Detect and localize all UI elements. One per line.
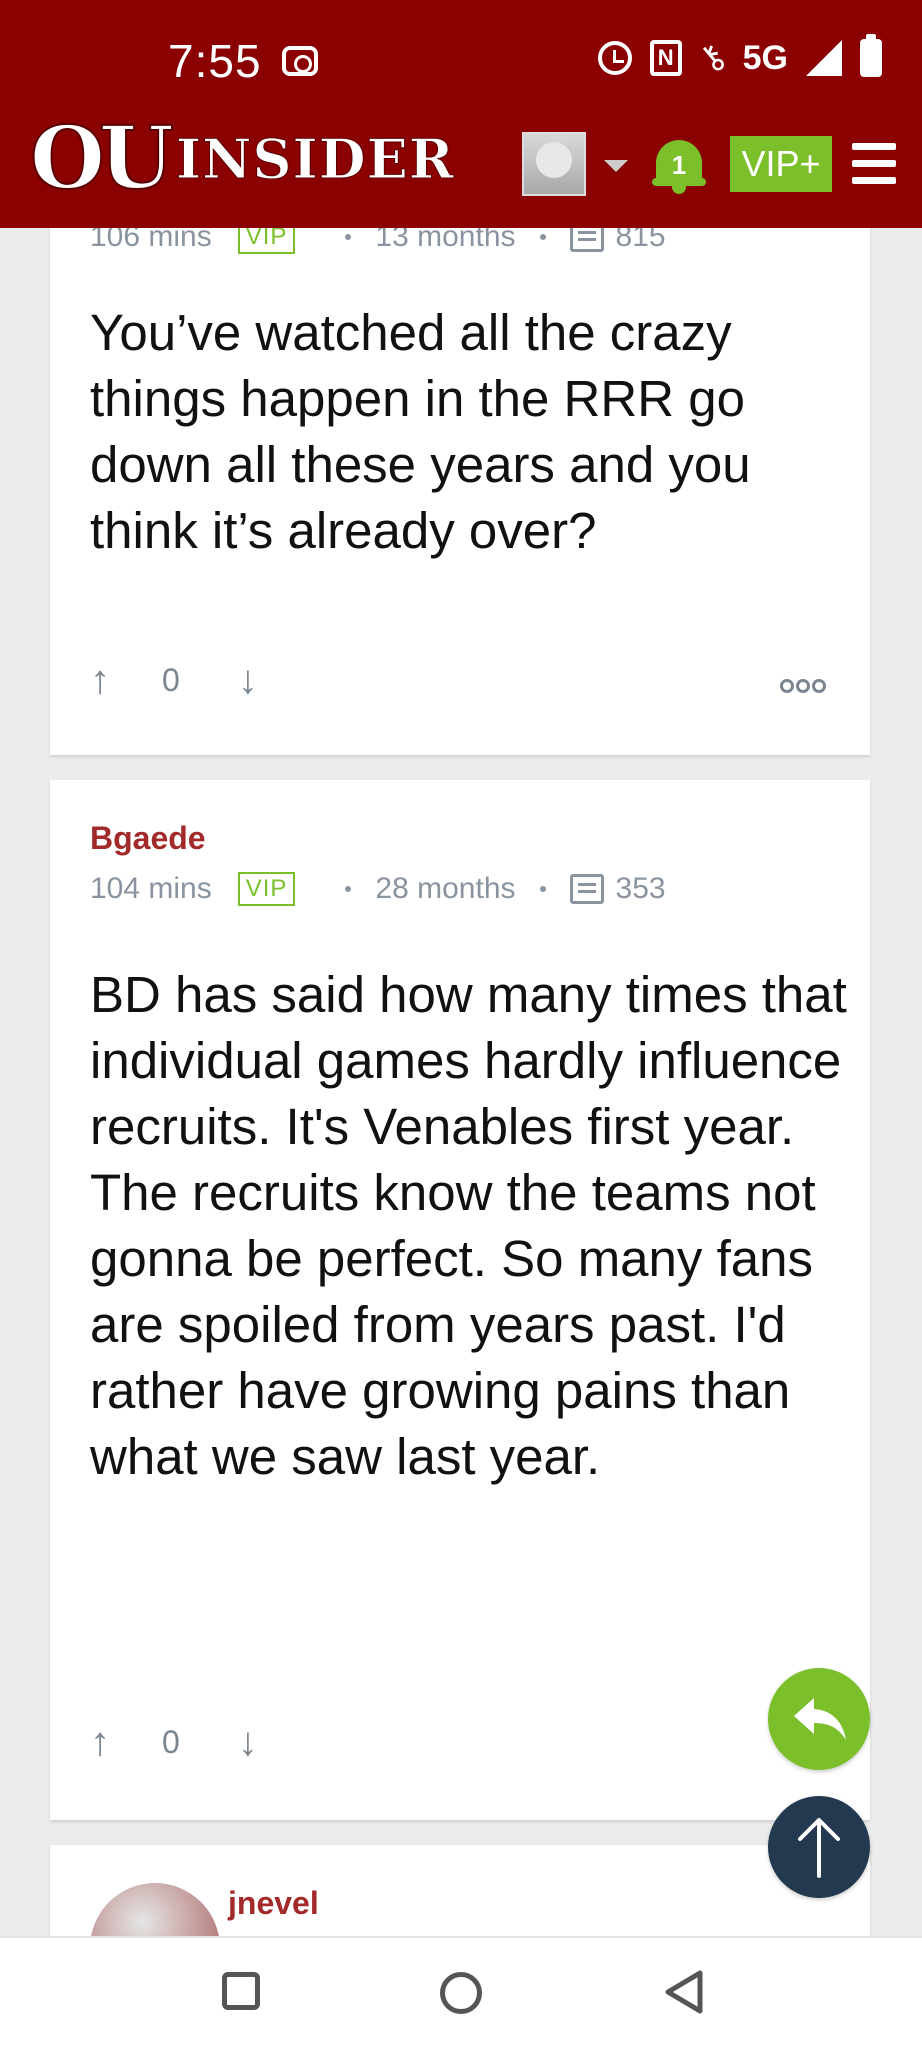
network-type: 5G	[742, 38, 788, 77]
back-button[interactable]	[662, 1968, 706, 2016]
comment-body: BD has said how many times that individu…	[90, 966, 847, 1485]
comment-body: You’ve watched all the crazy things happ…	[90, 304, 751, 559]
hamburger-menu-button[interactable]	[852, 143, 896, 184]
vote-controls: ↑ 0 ↓	[90, 658, 258, 703]
nfc-icon: N	[649, 40, 682, 76]
status-time: 7:55	[168, 35, 262, 87]
notification-count: 1	[671, 150, 687, 180]
comment-username[interactable]: jnevel	[228, 1885, 319, 1922]
downvote-arrow-icon[interactable]: ↓	[238, 1720, 258, 1765]
comment-meta: 104 mins VIP 28 months 353	[90, 872, 666, 906]
vote-count: 0	[162, 662, 180, 698]
vote-count: 0	[162, 1724, 180, 1760]
upvote-arrow-icon[interactable]: ↑	[90, 1720, 110, 1765]
chevron-down-icon[interactable]	[604, 160, 628, 172]
more-options-icon[interactable]	[778, 668, 826, 700]
user-avatar-button[interactable]	[522, 132, 586, 196]
reply-icon	[794, 1698, 846, 1740]
scroll-to-top-button[interactable]	[768, 1796, 870, 1898]
key-icon: ⚷	[690, 35, 734, 81]
comments-icon	[569, 874, 604, 904]
status-bar: 7:55 N ⚷ 5G	[0, 0, 922, 120]
comment-time: 104 mins	[90, 872, 212, 905]
alarm-icon	[597, 41, 632, 75]
comment-card: 106 mins VIP 13 months 815 You’ve watche…	[50, 170, 870, 755]
screen-record-icon	[282, 46, 318, 76]
downvote-arrow-icon[interactable]: ↓	[238, 658, 258, 703]
logo-ou: OU	[29, 108, 175, 209]
home-button[interactable]	[440, 1972, 482, 2014]
comment-username[interactable]: Bgaede	[90, 820, 206, 857]
comment-card: Bgaede 104 mins VIP 28 months 353 BD has…	[50, 780, 870, 1820]
app-header: 7:55 N ⚷ 5G OU INSIDER 1 VIP+	[0, 0, 922, 228]
notification-bell-button[interactable]: 1	[652, 132, 706, 196]
recent-apps-button[interactable]	[222, 1972, 260, 2010]
vote-controls: ↑ 0 ↓	[90, 1720, 258, 1765]
signal-icon	[806, 40, 842, 76]
status-icons: N ⚷ 5G	[597, 34, 882, 81]
upvote-arrow-icon[interactable]: ↑	[90, 658, 110, 703]
site-logo[interactable]: OU INSIDER	[29, 108, 455, 209]
logo-insider: INSIDER	[175, 127, 455, 192]
vip-plus-button[interactable]: VIP+	[730, 136, 832, 192]
system-nav-bar	[0, 1936, 922, 2048]
post-count: 353	[615, 872, 666, 905]
vip-badge: VIP	[237, 872, 296, 906]
battery-icon	[860, 34, 882, 77]
member-tenure: 28 months	[375, 872, 516, 905]
reply-button[interactable]	[768, 1668, 870, 1770]
arrow-up-icon	[798, 1818, 840, 1878]
